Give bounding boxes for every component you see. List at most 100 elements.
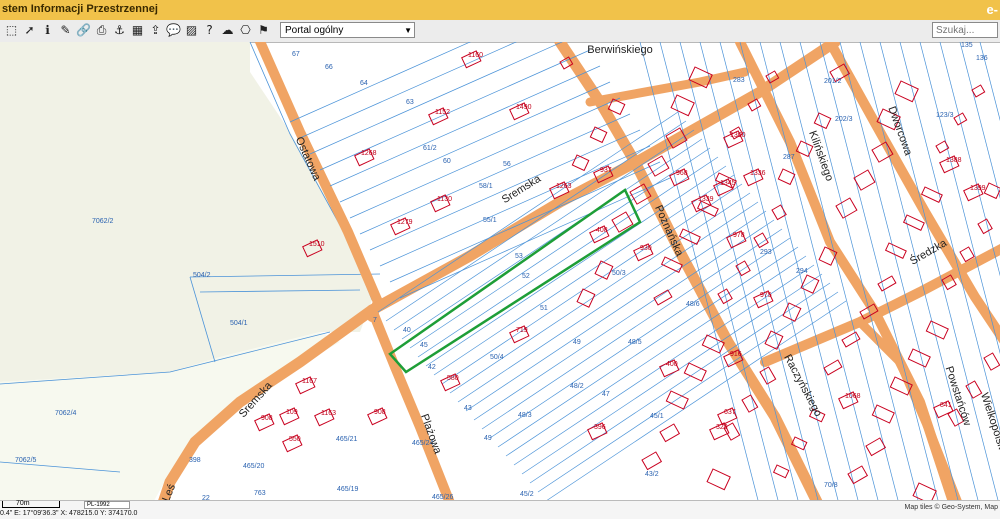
building-number: 109 [286, 409, 298, 416]
cloud-icon[interactable]: ☁ [220, 23, 235, 38]
building [983, 182, 1000, 200]
pointer-icon[interactable]: ➚ [22, 23, 37, 38]
plot-number: 7062/4 [55, 410, 77, 417]
projection-select[interactable]: PL-1992 [84, 501, 130, 509]
building-number: 1339 [698, 196, 714, 203]
plot-number: 43 [464, 405, 472, 412]
street-name: Poznańska [652, 203, 685, 258]
parcel-line [489, 237, 791, 439]
print-icon[interactable]: ⎙ [94, 23, 109, 38]
plot-number: 201/2 [824, 78, 842, 85]
building-number: 550 [289, 436, 301, 443]
plot-number: 49 [573, 339, 581, 346]
stamp-icon[interactable]: ⎔ [238, 23, 253, 38]
plot-number: 61/2 [423, 145, 437, 152]
building [741, 394, 759, 413]
building-number: 400 [666, 361, 678, 368]
portal-select[interactable]: Portal ogólny ▼ [280, 22, 415, 38]
layers-icon[interactable]: ▦ [130, 23, 145, 38]
building-number: 1167 [302, 378, 317, 385]
comment-icon[interactable]: 💬 [166, 23, 181, 38]
building-number: 1345 [720, 180, 736, 187]
building-number: 1268 [361, 150, 377, 157]
plot-number: 63 [406, 99, 414, 106]
plot-number: 763 [254, 490, 266, 497]
street-name: Wielkopolsk [978, 391, 1000, 451]
plot-number: 56 [503, 161, 511, 168]
plot-number: 53 [515, 253, 523, 260]
map-svg[interactable]: 67 66 64 63 61/2 60 58/1 56 55/1 53 52 51 50/3 50/4 49… [0, 42, 1000, 508]
export-icon[interactable]: ⇪ [148, 23, 163, 38]
parcel-line [739, 42, 861, 508]
building-number: 396 [594, 424, 606, 431]
parcel-line [409, 147, 711, 349]
plot-number: 58/1 [479, 183, 493, 190]
building-number: 637 [724, 409, 736, 416]
building [641, 451, 663, 471]
building [659, 423, 681, 443]
plot-number: 45 [420, 342, 428, 349]
plot-number: 49 [484, 435, 492, 442]
search-input[interactable] [932, 22, 998, 38]
scale-bar [2, 501, 60, 508]
plot-number: 47 [602, 391, 610, 398]
select-icon[interactable]: ⬚ [4, 23, 19, 38]
parcel-line [329, 65, 601, 187]
building-number: 1160 [468, 52, 483, 59]
map-canvas[interactable]: 67 66 64 63 61/2 60 58/1 56 55/1 53 52 51 50/3 50/4 49… [0, 42, 1000, 508]
toolbar: Portal ogólny ▼ ⬚➚ℹ✎🔗⎙⚓▦⇪💬▨?☁⎔⚑ [0, 20, 1000, 43]
info-icon[interactable]: ℹ [40, 23, 55, 38]
flag-icon[interactable]: ⚑ [256, 23, 271, 38]
building [983, 352, 1000, 371]
plot-number: 465/20 [243, 463, 265, 470]
parcel-line [377, 111, 679, 313]
help-icon[interactable]: ? [202, 23, 217, 38]
plot-number: 504/2 [193, 272, 211, 279]
hatch-icon[interactable]: ▨ [184, 23, 199, 38]
app-title: stem Informacji Przestrzennej [2, 3, 158, 15]
building-number: 719 [516, 327, 528, 334]
plot-number: 283 [733, 77, 745, 84]
building-number: 1130 [437, 196, 452, 203]
plot-number: 52 [522, 273, 530, 280]
street-name: Kilińskiego [806, 129, 835, 183]
building-number: 841 [940, 402, 952, 409]
plot-number: 48/3 [518, 412, 532, 419]
map-attribution: Map tiles © Geo-System, Map [904, 504, 998, 511]
building-number: 916 [730, 351, 742, 358]
building-number: 975 [760, 292, 772, 299]
building [777, 168, 796, 186]
plot-number: 42 [428, 364, 436, 371]
building [717, 288, 733, 305]
parcel-line [473, 219, 775, 421]
scale-label: 70m [16, 500, 30, 507]
plot-number: 7062/5 [15, 457, 37, 464]
building [759, 366, 777, 385]
building-number: 1399 [970, 185, 986, 192]
field-area [0, 42, 372, 382]
status-bar: 70m PL-1992 0.4" E: 17°09'36.3" X: 47821… [0, 500, 1000, 519]
plot-number: 50/3 [612, 270, 626, 277]
building [925, 320, 949, 340]
building [977, 218, 993, 235]
building-number: 1300 [730, 132, 746, 139]
building [841, 331, 861, 348]
plot-number: 7062/2 [92, 218, 114, 225]
plot-number: 135 [961, 42, 973, 49]
parcel-line [521, 273, 823, 475]
street-name: Berwińskiego [587, 44, 652, 56]
plot-number: 43/2 [645, 471, 659, 478]
building-number: 937 [600, 167, 612, 174]
building-number: 978 [733, 232, 745, 239]
building-number: 1163 [321, 410, 336, 417]
title-bar: stem Informacji Przestrzennej e- [0, 0, 1000, 21]
parcel-line [379, 145, 651, 267]
anchor-icon[interactable]: ⚓ [112, 23, 127, 38]
plot-number: 293 [760, 249, 772, 256]
building-number: 408 [596, 227, 608, 234]
plot-number: 70/8 [824, 482, 838, 489]
link-icon[interactable]: 🔗 [76, 23, 91, 38]
parcel-line [309, 42, 563, 155]
plot-number: 465/19 [337, 486, 359, 493]
measure-icon[interactable]: ✎ [58, 23, 73, 38]
